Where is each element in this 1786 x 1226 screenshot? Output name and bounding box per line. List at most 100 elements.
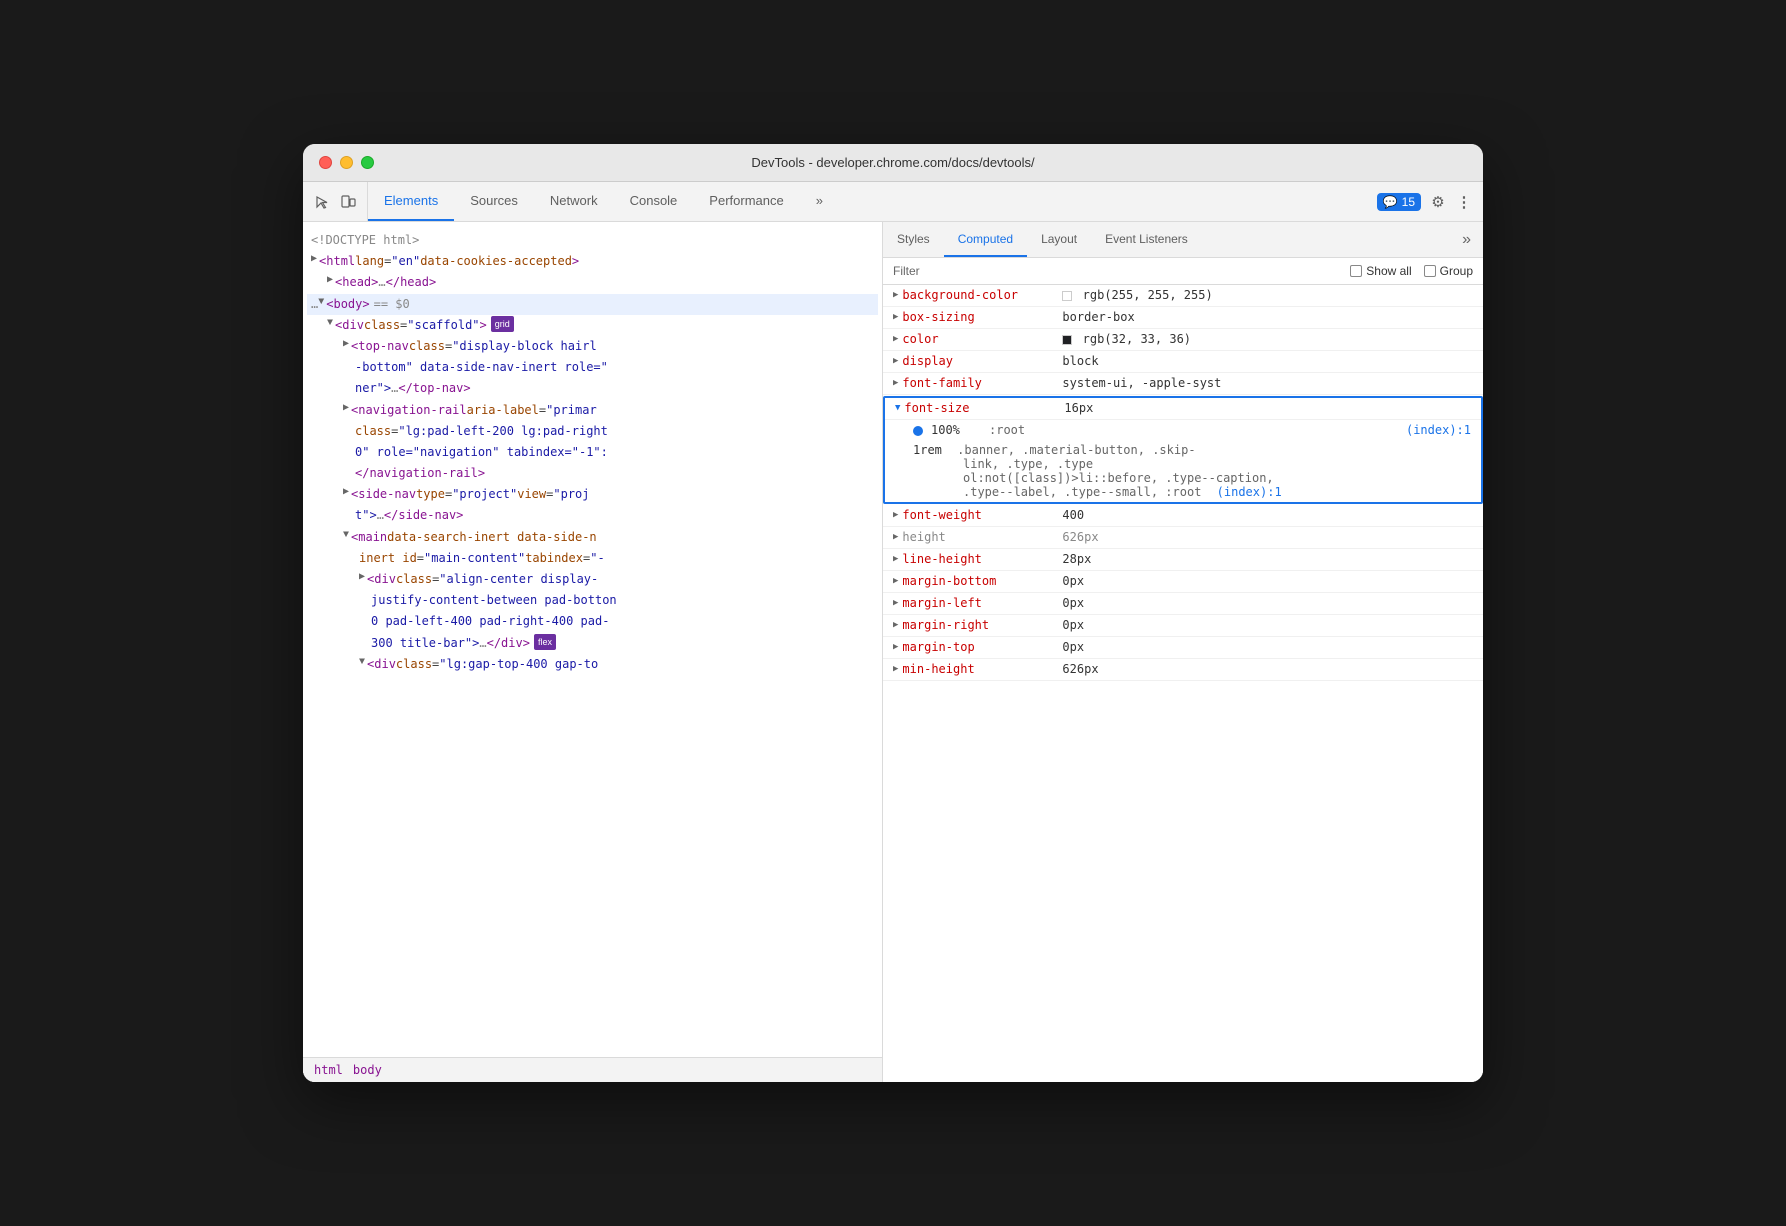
font-size-entry-2[interactable]: 1rem .banner, .material-button, .skip- l…: [885, 440, 1481, 502]
tab-event-listeners[interactable]: Event Listeners: [1091, 222, 1202, 257]
font-size-source-1[interactable]: (index):1: [1406, 423, 1471, 437]
prop-box-sizing[interactable]: ▶ box-sizing border-box: [883, 307, 1483, 329]
expand-margin-bottom[interactable]: ▶: [893, 576, 898, 586]
tab-performance[interactable]: Performance: [693, 182, 799, 221]
expand-arrow-gap[interactable]: ▼: [359, 655, 365, 671]
computed-list[interactable]: ▶ background-color rgb(255, 255, 255) ▶ …: [883, 285, 1483, 1082]
tab-more[interactable]: »: [800, 182, 839, 221]
tab-elements[interactable]: Elements: [368, 182, 454, 221]
tabs-more[interactable]: »: [1450, 222, 1483, 257]
prop-value-height: 626px: [1062, 530, 1473, 544]
group-checkbox-box[interactable]: [1424, 265, 1436, 277]
expand-arrow-main[interactable]: ▼: [343, 528, 349, 544]
circle-icon-1: [913, 426, 923, 436]
expand-arrow-scaffold[interactable]: ▼: [327, 316, 333, 332]
tab-network[interactable]: Network: [534, 182, 614, 221]
maximize-button[interactable]: [361, 156, 374, 169]
prop-name-margin-bottom: margin-bottom: [902, 574, 1062, 588]
flex-badge[interactable]: flex: [534, 634, 556, 650]
prop-margin-left[interactable]: ▶ margin-left 0px: [883, 593, 1483, 615]
settings-icon[interactable]: ⚙: [1429, 193, 1447, 211]
inspect-icon[interactable]: [313, 193, 331, 211]
expand-line-height[interactable]: ▶: [893, 554, 898, 564]
tab-computed[interactable]: Computed: [944, 222, 1027, 257]
prop-name-font-size: font-size: [904, 401, 1064, 415]
dom-body-line[interactable]: … ▼ <body> == $0: [307, 294, 878, 315]
prop-margin-right[interactable]: ▶ margin-right 0px: [883, 615, 1483, 637]
device-icon[interactable]: [339, 193, 357, 211]
prop-name-margin-right: margin-right: [902, 618, 1062, 632]
dom-topnav-line[interactable]: ▶ <top-nav class = "display-block hairl: [307, 336, 878, 357]
prop-margin-top[interactable]: ▶ margin-top 0px: [883, 637, 1483, 659]
font-size-entry-1[interactable]: 100% :root (index):1: [885, 420, 1481, 440]
expand-arrow[interactable]: ▶: [311, 252, 317, 268]
expand-font-family[interactable]: ▶: [893, 378, 898, 388]
expand-min-height[interactable]: ▶: [893, 664, 898, 674]
minimize-button[interactable]: [340, 156, 353, 169]
expand-arrow-sidenav[interactable]: ▶: [343, 485, 349, 501]
prop-value-line-height: 28px: [1062, 552, 1473, 566]
prop-color[interactable]: ▶ color rgb(32, 33, 36): [883, 329, 1483, 351]
prop-margin-bottom[interactable]: ▶ margin-bottom 0px: [883, 571, 1483, 593]
prop-value-margin-top: 0px: [1062, 640, 1473, 654]
show-all-checkbox[interactable]: Show all: [1350, 264, 1411, 278]
expand-arrow-body[interactable]: ▼: [318, 295, 324, 311]
prop-value-font-family: system-ui, -apple-syst: [1062, 376, 1473, 390]
expand-arrow-head[interactable]: ▶: [327, 273, 333, 289]
tab-sources[interactable]: Sources: [454, 182, 534, 221]
expand-color[interactable]: ▶: [893, 334, 898, 344]
expand-display[interactable]: ▶: [893, 356, 898, 366]
expand-arrow-topnav[interactable]: ▶: [343, 337, 349, 353]
prop-display[interactable]: ▶ display block: [883, 351, 1483, 373]
console-badge[interactable]: 💬 15: [1377, 193, 1421, 211]
expand-margin-right[interactable]: ▶: [893, 620, 898, 630]
filter-label[interactable]: Filter: [893, 264, 953, 278]
dom-html-line[interactable]: ▶ <html lang = "en" data-cookies-accepte…: [307, 251, 878, 272]
expand-font-weight[interactable]: ▶: [893, 510, 898, 520]
prop-height[interactable]: ▶ height 626px: [883, 527, 1483, 549]
badge-count: 15: [1402, 195, 1415, 209]
expand-height[interactable]: ▶: [893, 532, 898, 542]
tab-layout[interactable]: Layout: [1027, 222, 1091, 257]
badge-icon: 💬: [1383, 195, 1398, 209]
tabs-list: Elements Sources Network Console Perform…: [368, 182, 1367, 221]
prop-name-min-height: min-height: [902, 662, 1062, 676]
prop-name-height: height: [902, 530, 1062, 544]
show-all-checkbox-box[interactable]: [1350, 265, 1362, 277]
prop-min-height[interactable]: ▶ min-height 626px: [883, 659, 1483, 681]
tab-console[interactable]: Console: [614, 182, 694, 221]
breadcrumb-html[interactable]: html: [311, 1062, 346, 1078]
dom-tree[interactable]: <!DOCTYPE html> ▶ <html lang = "en" data…: [303, 222, 882, 1057]
prop-background-color[interactable]: ▶ background-color rgb(255, 255, 255): [883, 285, 1483, 307]
prop-name-font-family: font-family: [902, 376, 1062, 390]
dom-sidenav-line[interactable]: ▶ <side-nav type = "project" view = "pro…: [307, 484, 878, 505]
more-options-icon[interactable]: ⋮: [1455, 193, 1473, 211]
dom-navrail-line[interactable]: ▶ <navigation-rail aria-label = "primar: [307, 400, 878, 421]
dom-main-line[interactable]: ▼ <main data-search-inert data-side-n: [307, 527, 878, 548]
dom-scaffold-line[interactable]: ▼ <div class = "scaffold" > grid: [307, 315, 878, 336]
dom-head-line[interactable]: ▶ <head> … </head>: [307, 272, 878, 293]
dom-gap-div-line[interactable]: ▼ <div class = "lg:gap-top-400 gap-to: [307, 654, 878, 675]
prop-line-height[interactable]: ▶ line-height 28px: [883, 549, 1483, 571]
prop-value-min-height: 626px: [1062, 662, 1473, 676]
font-size-source-2[interactable]: (index):1: [1217, 485, 1282, 499]
dom-titlebar-div-line[interactable]: ▶ <div class = "align-center display-: [307, 569, 878, 590]
breadcrumb-body[interactable]: body: [350, 1062, 385, 1078]
prop-name-margin-left: margin-left: [902, 596, 1062, 610]
dom-main-line2: inert id = "main-content" tabindex = "-: [307, 548, 878, 569]
expand-arrow-titlebar[interactable]: ▶: [359, 570, 365, 586]
expand-arrow-navrail[interactable]: ▶: [343, 401, 349, 417]
expand-box-sizing[interactable]: ▶: [893, 312, 898, 322]
group-checkbox[interactable]: Group: [1424, 264, 1473, 278]
prop-font-weight[interactable]: ▶ font-weight 400: [883, 505, 1483, 527]
dom-doctype-line[interactable]: <!DOCTYPE html>: [307, 230, 878, 251]
expand-font-size[interactable]: ▼: [895, 403, 900, 413]
expand-background-color[interactable]: ▶: [893, 290, 898, 300]
tab-styles[interactable]: Styles: [883, 222, 944, 257]
prop-font-family[interactable]: ▶ font-family system-ui, -apple-syst: [883, 373, 1483, 395]
prop-font-size[interactable]: ▼ font-size 16px: [885, 398, 1481, 420]
expand-margin-left[interactable]: ▶: [893, 598, 898, 608]
grid-badge[interactable]: grid: [491, 316, 514, 332]
close-button[interactable]: [319, 156, 332, 169]
expand-margin-top[interactable]: ▶: [893, 642, 898, 652]
